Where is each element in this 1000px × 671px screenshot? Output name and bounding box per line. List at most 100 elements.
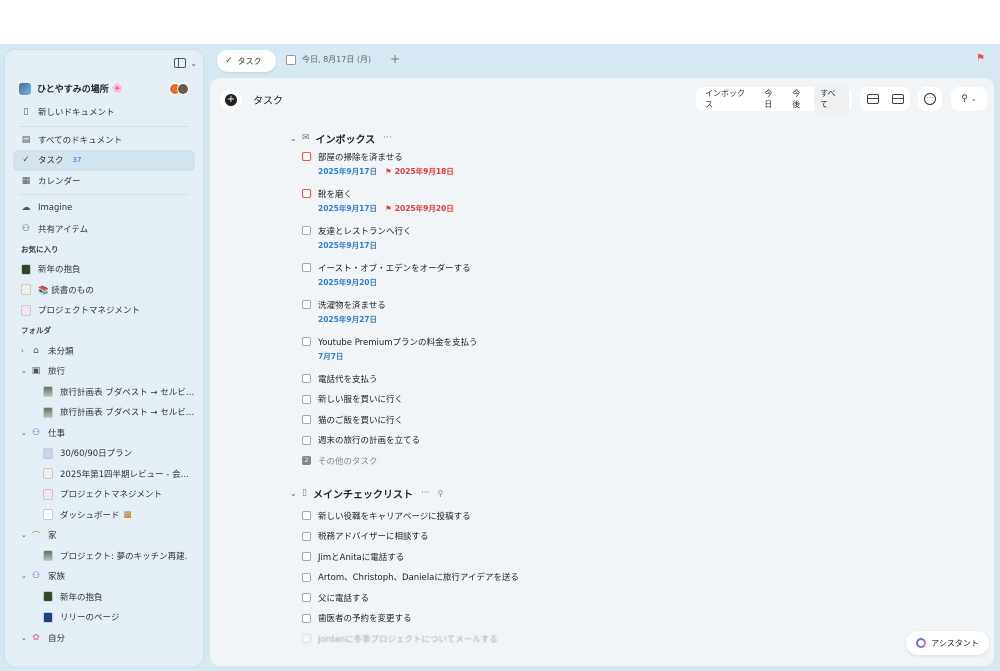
checklist-group-header[interactable]: ⌄ ▯ メインチェックリスト ··· ⚲ [290,483,710,503]
plus-icon: + [225,94,237,106]
folder-work[interactable]: ⌄ ⚇ 仕事 [13,423,195,444]
folder-uncategorized[interactable]: › ⌂ 未分類 [13,341,195,362]
chevron-down-icon[interactable]: ⌄ [21,572,29,580]
task-checkbox[interactable] [302,613,311,623]
chevron-down-icon[interactable]: ⌄ [190,59,197,68]
task-checkbox[interactable] [302,152,311,161]
chevron-down-icon[interactable]: ⌄ [290,134,302,143]
sidebar-item-calendar[interactable]: ▦ カレンダー [13,171,195,192]
chevron-right-icon[interactable]: › [21,347,29,355]
task-item[interactable]: 部屋の掃除を済ませる 2025年9月17日 ⚑ 2025年9月18日 [290,148,710,178]
group-more-icon[interactable]: ··· [421,488,430,498]
filter-all[interactable]: すべて [814,84,849,114]
task-item[interactable]: 週末の旅行の計画を立てる [290,432,710,449]
task-item[interactable]: JimとAnitaに電話する [290,548,710,565]
task-item[interactable]: Artom、Christoph、Danielaに旅行アイデアを送る [290,569,710,586]
task-item[interactable]: 靴を磨く 2025年9月17日 ⚑ 2025年9月20日 [290,185,710,215]
folder-document-item[interactable]: 2025年第1四半期レビュー - 会議... [13,464,195,485]
chevron-down-icon[interactable]: ⌄ [21,367,29,375]
avatars[interactable] [169,82,189,95]
search-button[interactable]: ⚲ ⌄ [951,87,987,111]
task-checkbox[interactable] [302,634,311,643]
chevron-down-icon[interactable]: ⌄ [290,489,302,498]
tab-today[interactable]: 今日, 8月17日 (月) [286,54,371,65]
task-item[interactable]: 猫のご飯を買いに行く [290,411,710,428]
task-item[interactable]: Youtube Premiumプランの料金を支払う 7月7日 [290,333,710,363]
favorite-item[interactable]: プロジェクトマネジメント [13,300,195,321]
folder-document-item[interactable]: リリーのページ [13,607,195,628]
filter-upcoming[interactable]: 今後 [786,84,814,114]
task-title: 税務アドバイザーに相談する [318,532,429,542]
favorite-item[interactable]: 📚 読書のもの [13,280,195,301]
sidebar-item-shared[interactable]: ⚇ 共有アイテム [13,219,195,240]
inbox-group-header[interactable]: ⌄ ✉ インボックス ··· [290,128,710,148]
more-tasks-button[interactable]: 2 その他のタスク [290,452,710,469]
add-task-button[interactable]: + [220,89,242,111]
task-item[interactable]: 洗濯物を済ませる 2025年9月27日 [290,296,710,326]
tab-tasks[interactable]: ✓ タスク [217,50,276,72]
task-item[interactable]: 税務アドバイザーに相談する [290,528,710,545]
task-checkbox[interactable] [302,226,311,235]
task-item[interactable]: 友達とレストランへ行く 2025年9月17日 [290,222,710,252]
unpin-icon[interactable]: ⚲ [438,489,444,498]
task-checkbox[interactable] [302,394,311,404]
task-item[interactable]: 新しい役職をキャリアページに投稿する [290,507,710,524]
task-checkbox[interactable] [302,531,311,541]
task-checkbox[interactable] [302,263,311,272]
folder-document-item[interactable]: ダッシュボード ▩ [13,505,195,526]
workspace-switcher[interactable]: ひとやすみの場所 🌸 [19,82,189,95]
compact-view-icon[interactable] [891,94,904,104]
document-thumbnail [43,488,53,500]
notification-bell-icon[interactable]: ⚑ [976,53,985,64]
chevron-down-icon[interactable]: ⌄ [21,429,29,437]
chevron-down-icon[interactable]: ⌄ [21,531,29,539]
folder-home[interactable]: ⌄ ⌒ 家 [13,525,195,546]
group-more-icon[interactable]: ··· [383,133,392,143]
divider [19,125,189,127]
add-tab-button[interactable]: + [390,52,400,66]
folder-document-item[interactable]: プロジェクト: 夢のキッチン再建. [13,546,195,567]
new-document-button[interactable]: ▯ 新しいドキュメント [13,102,195,123]
task-title: 猫のご飯を買いに行く [318,415,404,426]
folder-travel[interactable]: ⌄ ▣ 旅行 [13,361,195,382]
task-item[interactable]: Jordanに冬季プロジェクトについてメールする [290,630,710,647]
sidebar-item-imagine[interactable]: ☁ Imagine [13,198,195,219]
task-checkbox[interactable] [302,593,311,602]
task-checkbox[interactable] [302,189,311,198]
task-item[interactable]: 電話代を支払う [290,370,710,387]
filter-today[interactable]: 今日 [758,84,786,114]
task-checkbox[interactable] [302,511,311,520]
sidebar-item-all-documents[interactable]: ▤ すべてのドキュメント [13,130,195,151]
task-checkbox[interactable] [302,415,311,424]
folder-document-item[interactable]: プロジェクトマネジメント [13,484,195,505]
workspace-logo [19,82,31,95]
folder-self[interactable]: ⌄ ✿ 自分 [13,628,195,649]
folder-document-item[interactable]: 旅行計画表 ブダペスト → セルビア... [13,402,195,423]
favorite-item[interactable]: 新年の抱負 [13,259,195,280]
folder-document-item[interactable]: 30/60/90日プラン [13,443,195,464]
folder-document-item[interactable]: 新年の抱負 [13,587,195,608]
task-item[interactable]: 新しい服を買いに行く [290,391,710,408]
task-item[interactable]: 父に電話する [290,589,710,606]
task-checkbox[interactable] [302,300,311,309]
sidebar-toggle-icon[interactable] [174,58,187,68]
task-checkbox[interactable] [302,337,311,346]
sidebar-item-tasks[interactable]: ✓ タスク 37 [13,150,195,171]
folder-document-item[interactable]: 旅行計画表 ブダペスト → セルビア... [13,382,195,403]
filter-inbox[interactable]: インボックス [699,84,758,114]
chevron-down-icon[interactable]: ⌄ [21,634,29,642]
task-checkbox[interactable] [302,552,311,561]
task-item[interactable]: イースト・オブ・エデンをオーダーする 2025年9月20日 [290,259,710,289]
task-title: Youtube Premiumプランの料金を支払う [318,337,478,348]
assistant-button[interactable]: アシスタント [906,631,989,655]
task-checkbox[interactable] [302,435,311,445]
folder-family[interactable]: ⌄ ⚇ 家族 [13,566,195,587]
task-start-date: 2025年9月17日 [318,204,378,213]
task-item[interactable]: 歯医者の予約を変更する [290,610,710,627]
more-options-button[interactable]: ··· [918,87,942,111]
task-checkbox[interactable] [302,572,311,582]
document-thumbnail [43,386,53,398]
task-checkbox[interactable] [302,374,311,383]
task-title: イースト・オブ・エデンをオーダーする [318,263,471,274]
list-view-icon[interactable] [866,94,879,104]
